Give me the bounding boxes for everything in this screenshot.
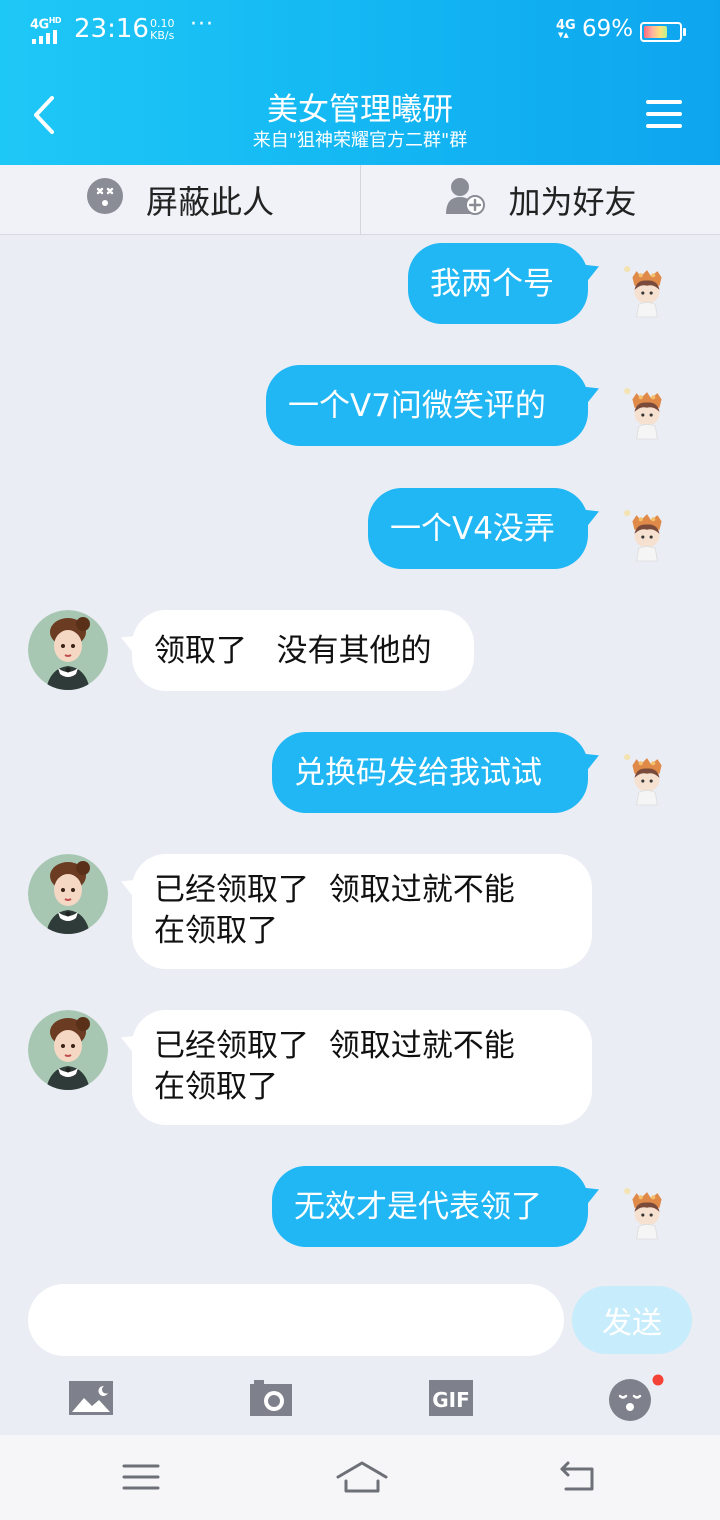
incoming-message[interactable]: 领取了 没有其他的 xyxy=(132,610,474,691)
nav-home-icon xyxy=(336,1461,388,1493)
outgoing-message[interactable]: 兑换码发给我试试 xyxy=(272,732,588,813)
outgoing-message[interactable]: 我两个号 xyxy=(408,243,588,324)
my-avatar[interactable] xyxy=(622,262,672,322)
status-time: 23:16 xyxy=(74,14,149,44)
emoji-icon xyxy=(609,1374,664,1421)
outgoing-message[interactable]: 无效才是代表领了 xyxy=(272,1166,588,1247)
send-button[interactable]: 发送 xyxy=(572,1286,692,1354)
outgoing-message[interactable]: 一个V4没弄 xyxy=(368,488,588,569)
nav-back-button[interactable] xyxy=(556,1457,600,1497)
notification-dot xyxy=(652,1374,664,1386)
menu-button[interactable] xyxy=(646,100,682,130)
gif-button[interactable]: GIF xyxy=(428,1378,474,1418)
message-input[interactable] xyxy=(28,1284,564,1356)
chat-subtitle: 来自"狙神荣耀官方二群"群 xyxy=(252,130,468,151)
my-avatar[interactable] xyxy=(622,1184,672,1244)
incoming-message[interactable]: 已经领取了 领取过就不能 在领取了 xyxy=(132,854,592,969)
hamburger-menu-icon xyxy=(646,100,682,128)
camera-icon xyxy=(250,1380,292,1416)
block-face-icon xyxy=(86,177,124,223)
chevron-left-icon xyxy=(34,96,54,134)
status-bar: 4GHD 23:16 0.10 KB/s ··· 4G 69% xyxy=(0,0,720,64)
network-speed: 0.10 KB/s xyxy=(150,17,175,42)
my-avatar[interactable] xyxy=(622,506,672,566)
block-user-label: 屏蔽此人 xyxy=(145,183,274,221)
nav-menu-button[interactable] xyxy=(120,1457,164,1497)
back-button[interactable] xyxy=(30,95,58,135)
composer: 发送 GIF xyxy=(0,1270,720,1435)
my-avatar[interactable] xyxy=(622,384,672,444)
block-user-button[interactable]: 屏蔽此人 xyxy=(0,165,360,235)
nav-menu-icon xyxy=(122,1464,160,1490)
chat-title: 美女管理曦研 xyxy=(267,92,453,128)
outgoing-message[interactable]: 一个V7问微笑评的 xyxy=(266,365,588,446)
contact-avatar[interactable] xyxy=(28,1010,108,1090)
add-friend-button[interactable]: 加为好友 xyxy=(360,165,720,235)
image-button[interactable] xyxy=(68,1378,114,1418)
image-icon xyxy=(69,1381,113,1415)
add-user-icon xyxy=(444,176,486,224)
battery-icon xyxy=(640,22,686,42)
contact-avatar[interactable] xyxy=(28,610,108,690)
emoji-button[interactable] xyxy=(608,1374,664,1422)
system-navigation-bar xyxy=(0,1435,720,1520)
my-avatar[interactable] xyxy=(622,750,672,810)
battery-percent: 69% xyxy=(582,16,634,42)
title-bar: 4GHD 23:16 0.10 KB/s ··· 4G 69% 美女管理曦研 来… xyxy=(0,0,720,165)
nav-home-button[interactable] xyxy=(334,1457,390,1497)
more-notifications-icon: ··· xyxy=(190,12,214,37)
nav-back-icon xyxy=(560,1461,594,1491)
signal-icon: 4GHD xyxy=(30,16,66,46)
contact-avatar[interactable] xyxy=(28,854,108,934)
svg-text:GIF: GIF xyxy=(432,1388,470,1412)
action-bar: 屏蔽此人 加为好友 xyxy=(0,165,720,235)
camera-button[interactable] xyxy=(248,1378,294,1418)
add-friend-label: 加为好友 xyxy=(508,183,637,221)
network-type-icon: 4G xyxy=(556,18,576,39)
incoming-message[interactable]: 已经领取了 领取过就不能 在领取了 xyxy=(132,1010,592,1125)
gif-icon: GIF xyxy=(429,1380,473,1416)
